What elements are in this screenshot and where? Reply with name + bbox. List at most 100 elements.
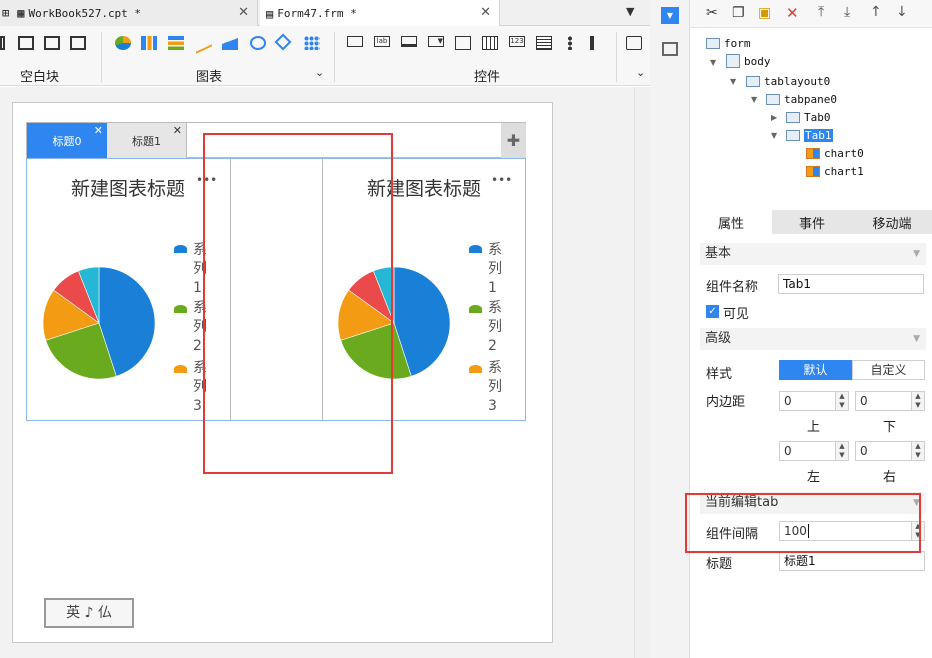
gauge-chart-icon[interactable]: [250, 36, 266, 50]
body-icon: [726, 54, 740, 68]
chart-title: 新建图表标题: [71, 178, 186, 200]
logo: 英 ♪ 仏: [44, 598, 134, 628]
vertical-scrollbar[interactable]: [634, 87, 650, 658]
button-widget-icon[interactable]: [401, 36, 417, 47]
copy-icon[interactable]: ❐: [732, 5, 745, 21]
tab-title0[interactable]: 标题0 ✕: [27, 123, 107, 158]
style-custom-button[interactable]: 自定义: [852, 360, 925, 380]
search-icon[interactable]: [626, 36, 642, 50]
chevron-down-icon[interactable]: ⌄: [636, 66, 645, 79]
tree-node-tabpane0[interactable]: tabpane0: [766, 91, 837, 107]
legend-label: 系列2: [488, 300, 502, 354]
layout-icon[interactable]: [0, 36, 5, 50]
properties-panel-icon[interactable]: ▼: [661, 7, 679, 24]
radio-group-icon[interactable]: [563, 36, 579, 50]
tree-node-tab0[interactable]: Tab0: [786, 109, 831, 125]
more-icon[interactable]: •••: [491, 173, 512, 187]
title-label: 标题: [706, 557, 733, 572]
add-tab-button[interactable]: ✚: [501, 123, 526, 158]
move-up-icon[interactable]: ↑: [870, 4, 882, 20]
tree-node-chart0[interactable]: chart0: [806, 145, 864, 161]
tree-node-chart1[interactable]: chart1: [806, 163, 864, 179]
padding-right-input[interactable]: 0 ▲ ▼: [855, 441, 925, 461]
padding-top-input[interactable]: 0 ▲ ▼: [779, 391, 849, 411]
expand-caret-icon[interactable]: ▼: [710, 58, 716, 67]
tab-mobile[interactable]: 移动端: [852, 210, 932, 234]
spinner-icon[interactable]: ▲ ▼: [911, 442, 924, 460]
tab-workbook[interactable]: ⊞ ▦ WorkBook527.cpt * ✕: [0, 0, 258, 26]
paste-icon[interactable]: ▣: [758, 5, 771, 21]
legend-marker: [174, 305, 187, 313]
text-widget-icon[interactable]: [347, 36, 363, 47]
move-bottom-icon[interactable]: ⤓: [844, 4, 850, 20]
divider: [616, 32, 617, 82]
spinner-icon[interactable]: ▲ ▼: [835, 442, 848, 460]
tab-title1[interactable]: 标题1 ✕: [107, 123, 187, 158]
close-icon[interactable]: ✕: [238, 5, 249, 20]
expand-caret-icon[interactable]: ▶: [771, 113, 777, 122]
layout-panel-icon[interactable]: [662, 42, 678, 56]
move-top-icon[interactable]: ⤒: [818, 4, 824, 20]
number-widget-icon[interactable]: 123: [509, 36, 525, 47]
delete-icon[interactable]: ✕: [786, 4, 799, 22]
scatter-chart-icon[interactable]: [304, 36, 320, 50]
padding-bottom-input[interactable]: 0 ▲ ▼: [855, 391, 925, 411]
file-tab-bar: ⊞ ▦ WorkBook527.cpt * ✕ ▤ Form47.frm * ✕…: [0, 0, 650, 27]
plus-icon: ✚: [506, 131, 521, 150]
move-down-icon[interactable]: ↓: [896, 4, 908, 20]
textarea-widget-icon[interactable]: [536, 36, 552, 50]
divider: [334, 32, 335, 82]
tab-form[interactable]: ▤ Form47.frm * ✕: [260, 0, 500, 27]
grid-icon: ⊞: [2, 6, 10, 20]
hbar-chart-icon[interactable]: [168, 36, 184, 50]
panel-widget-icon[interactable]: [455, 36, 471, 50]
dropdown-widget-icon[interactable]: ▼: [428, 36, 444, 47]
legend-marker: [174, 245, 187, 253]
visible-checkbox[interactable]: ✓: [706, 305, 719, 318]
style-default-button[interactable]: 默认: [779, 360, 852, 380]
line-chart-icon[interactable]: [196, 32, 212, 54]
expand-caret-icon[interactable]: ▼: [771, 131, 777, 140]
spinner-icon[interactable]: ▲ ▼: [835, 392, 848, 410]
close-icon[interactable]: ✕: [173, 124, 182, 137]
grid-layout-icon[interactable]: [70, 36, 86, 50]
component-name-input[interactable]: Tab1: [778, 274, 924, 294]
expand-caret-icon[interactable]: ▼: [730, 77, 736, 86]
chart-icon: [806, 147, 820, 159]
top-label: 上: [807, 420, 821, 435]
close-icon[interactable]: ✕: [94, 124, 103, 137]
bottom-label: 下: [883, 420, 897, 435]
divider: [101, 32, 102, 82]
tree-node-form[interactable]: form: [706, 35, 751, 51]
tab-events[interactable]: 事件: [772, 210, 852, 234]
rows-layout-icon[interactable]: [44, 36, 60, 50]
tree-node-body[interactable]: body: [726, 53, 771, 69]
tab-icon: [786, 111, 800, 123]
tab-label: WorkBook527.cpt *: [28, 6, 142, 20]
close-icon[interactable]: ✕: [480, 5, 491, 20]
section-advanced[interactable]: 高级 ▼: [700, 328, 926, 350]
bar-chart-icon[interactable]: [141, 36, 157, 50]
tree-node-tab1[interactable]: Tab1: [786, 127, 833, 143]
title-input[interactable]: 标题1: [779, 551, 925, 571]
component-name-label: 组件名称: [706, 280, 759, 295]
label-widget-icon[interactable]: lab: [374, 36, 390, 47]
section-basic[interactable]: 基本 ▼: [700, 243, 926, 265]
tab-label: Form47.frm *: [277, 7, 357, 20]
expand-caret-icon[interactable]: ▼: [751, 95, 757, 104]
split-layout-icon[interactable]: [18, 36, 34, 50]
group-label-widgets: 控件: [474, 70, 501, 85]
radar-chart-icon[interactable]: [274, 33, 292, 51]
checkbox-group-icon[interactable]: [590, 36, 606, 50]
group-label-blank: 空白块: [20, 70, 60, 85]
chevron-down-icon[interactable]: ⌄: [315, 66, 324, 79]
spinner-icon[interactable]: ▲ ▼: [911, 392, 924, 410]
tab-properties[interactable]: 属性: [690, 210, 772, 234]
pie-chart-icon[interactable]: [115, 36, 131, 50]
calendar-widget-icon[interactable]: [482, 36, 498, 50]
tree-node-tablayout0[interactable]: tablayout0: [746, 73, 830, 89]
cut-icon[interactable]: ✂: [706, 5, 718, 21]
tab-dropdown-icon[interactable]: ▼: [626, 5, 634, 18]
area-chart-icon[interactable]: [222, 36, 238, 50]
padding-left-input[interactable]: 0 ▲ ▼: [779, 441, 849, 461]
